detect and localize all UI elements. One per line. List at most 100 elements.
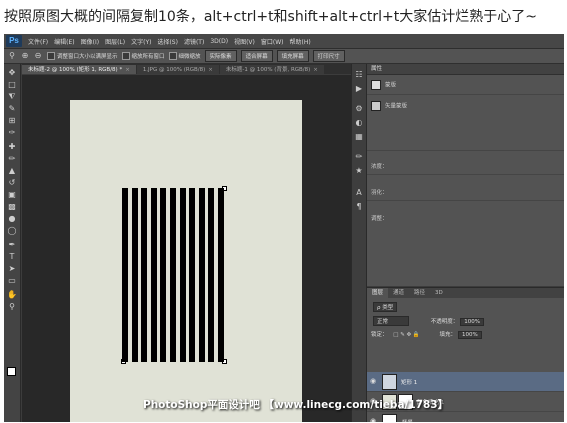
clone-stamp-tool-icon[interactable]: ▲ xyxy=(7,166,17,176)
layer-thumbnail xyxy=(382,414,397,422)
eraser-tool-icon[interactable]: ▣ xyxy=(7,190,17,200)
healing-brush-tool-icon[interactable]: ✚ xyxy=(7,142,17,152)
zoom-out-icon[interactable]: ⊖ xyxy=(33,51,43,61)
pen-tool-icon[interactable]: ✒ xyxy=(7,240,17,250)
vector-mask-row[interactable]: 矢量蒙版 xyxy=(371,101,407,111)
fill-input[interactable]: 100% xyxy=(458,331,482,339)
stripe-shape xyxy=(170,188,176,362)
menu-edit[interactable]: 编辑(E) xyxy=(54,37,74,46)
fill-label: 填充： xyxy=(439,332,457,338)
divider xyxy=(367,94,564,95)
tab-label: 1.JPG @ 100% (RGB/8) xyxy=(142,67,206,73)
tab-label: 未标题-2 @ 100% (矩形 1, RGB/8) * xyxy=(28,67,123,73)
visibility-eye-icon[interactable]: ◉ xyxy=(370,417,378,422)
type-tool-icon[interactable]: T xyxy=(7,252,17,262)
layer-kind-select[interactable]: ρ 类型 xyxy=(373,302,398,312)
properties-panel-icon[interactable]: ⚙ xyxy=(354,104,364,114)
blend-mode-select[interactable]: 正常 xyxy=(373,316,409,326)
quick-select-tool-icon[interactable]: ✎ xyxy=(7,104,17,114)
tab-untitled-1[interactable]: 未标题-1 @ 100% (背景, RGB/8) × xyxy=(219,64,324,74)
zoom-tool-icon[interactable]: ⚲ xyxy=(7,302,17,312)
tab-1-jpg[interactable]: 1.JPG @ 100% (RGB/8) × xyxy=(136,64,219,74)
close-icon[interactable]: × xyxy=(313,67,318,73)
fill-screen-button[interactable]: 填充屏幕 xyxy=(276,50,309,62)
opacity-input[interactable]: 100% xyxy=(460,318,484,326)
scrubby-zoom-checkbox[interactable] xyxy=(168,52,177,60)
tab-label: 未标题-1 @ 100% (背景, RGB/8) xyxy=(225,67,311,73)
actual-pixels-button[interactable]: 实际像素 xyxy=(204,50,237,62)
fit-screen-button[interactable]: 适合屏幕 xyxy=(240,50,273,62)
brush-tool-icon[interactable]: ✏ xyxy=(7,154,17,164)
adjust-label: 调整： xyxy=(371,216,388,222)
document-canvas[interactable] xyxy=(70,100,302,422)
lasso-tool-icon[interactable]: ⧨ xyxy=(7,92,17,102)
canvas-workspace xyxy=(22,75,362,422)
zoom-in-icon[interactable]: ⊕ xyxy=(20,51,30,61)
layer-kind-filter[interactable]: ρ 类型 xyxy=(371,302,398,312)
print-size-button[interactable]: 打印尺寸 xyxy=(312,50,345,62)
layer-name: 背景 xyxy=(401,418,412,422)
crop-tool-icon[interactable]: ⊞ xyxy=(7,116,17,126)
tab-untitled-2[interactable]: 未标题-2 @ 100% (矩形 1, RGB/8) * × xyxy=(22,64,136,74)
actions-panel-icon[interactable]: ▶ xyxy=(354,84,364,94)
menu-file[interactable]: 文件(F) xyxy=(28,37,48,46)
menu-bar: Ps 文件(F) 编辑(E) 图像(I) 图层(L) 文字(Y) 选择(S) 滤… xyxy=(4,34,564,49)
zoom-all-checkbox[interactable] xyxy=(121,52,130,60)
color-panel-icon[interactable]: ◐ xyxy=(354,118,364,128)
zoom-all-label: 缩放所有窗口 xyxy=(131,54,165,60)
feather-label: 羽化： xyxy=(371,190,388,196)
menu-image[interactable]: 图像(I) xyxy=(81,37,99,46)
lock-row: 锁定： □ ✎ ✥ 🔒 填充： 100% xyxy=(371,330,482,339)
menu-filter[interactable]: 滤镜(T) xyxy=(184,37,204,46)
hand-tool-icon[interactable]: ✋ xyxy=(7,290,17,300)
layer-name: 矩形 1 xyxy=(401,380,418,386)
tab-3d[interactable]: 3D xyxy=(430,288,448,298)
blend-row: 正常 不透明度： 100% xyxy=(371,316,484,326)
marquee-tool-icon[interactable]: □ xyxy=(7,80,17,90)
move-tool-icon[interactable]: ✥ xyxy=(7,68,17,78)
brush-panel-icon[interactable]: ✏ xyxy=(354,152,364,162)
gradient-tool-icon[interactable]: ▩ xyxy=(7,202,17,212)
close-icon[interactable]: × xyxy=(125,67,130,73)
vector-mask-label: 矢量蒙版 xyxy=(385,103,408,110)
layer-thumbnail xyxy=(382,374,397,390)
divider xyxy=(367,200,564,201)
stripe-shape xyxy=(179,188,186,362)
scrubby-zoom-label: 细微缩放 xyxy=(178,54,201,60)
layer-row-rectangle-1[interactable]: ◉ 矩形 1 xyxy=(367,372,564,392)
tab-paths[interactable]: 路径 xyxy=(409,288,430,298)
blur-tool-icon[interactable]: ● xyxy=(7,214,17,224)
eyedropper-tool-icon[interactable]: ✑ xyxy=(7,128,17,138)
foreground-color-swatch[interactable] xyxy=(7,367,16,376)
path-select-tool-icon[interactable]: ➤ xyxy=(7,264,17,274)
stripe-shape xyxy=(141,188,148,362)
clone-source-panel-icon[interactable]: ★ xyxy=(354,166,364,176)
zoom-tool-icon[interactable]: ⚲ xyxy=(7,51,17,61)
character-panel-icon[interactable]: A xyxy=(354,188,364,198)
history-brush-tool-icon[interactable]: ↺ xyxy=(7,178,17,188)
menu-type[interactable]: 文字(Y) xyxy=(131,37,151,46)
visibility-eye-icon[interactable]: ◉ xyxy=(370,377,378,385)
divider xyxy=(367,174,564,175)
divider xyxy=(367,150,564,151)
history-panel-icon[interactable]: ☷ xyxy=(354,70,364,80)
menu-window[interactable]: 窗口(W) xyxy=(261,37,284,46)
menu-view[interactable]: 视图(V) xyxy=(234,37,255,46)
menu-select[interactable]: 选择(S) xyxy=(157,37,178,46)
layer-row-background[interactable]: ◉ 背景 xyxy=(367,412,564,422)
opacity-label: 不透明度： xyxy=(430,319,459,325)
menu-3d[interactable]: 3D(D) xyxy=(210,38,228,45)
swatches-panel-icon[interactable]: ▦ xyxy=(354,132,364,142)
close-icon[interactable]: × xyxy=(208,67,213,73)
rectangle-tool-icon[interactable]: ▭ xyxy=(7,276,17,286)
mask-row[interactable]: 蒙版 xyxy=(371,80,396,90)
tab-layers[interactable]: 图层 xyxy=(367,288,389,298)
paragraph-panel-icon[interactable]: ¶ xyxy=(354,202,364,212)
menu-help[interactable]: 帮助(H) xyxy=(290,37,311,46)
resize-windows-checkbox[interactable] xyxy=(47,52,55,60)
lock-icons[interactable]: □ ✎ ✥ 🔒 xyxy=(393,332,420,338)
menu-layer[interactable]: 图层(L) xyxy=(105,37,125,46)
dodge-tool-icon[interactable]: ◯ xyxy=(7,226,17,236)
tab-channels[interactable]: 通道 xyxy=(388,288,409,298)
toolbox: ✥ □ ⧨ ✎ ⊞ ✑ ✚ ✏ ▲ ↺ ▣ ▩ ● ◯ ✒ T ➤ ▭ ✋ ⚲ xyxy=(4,64,21,422)
